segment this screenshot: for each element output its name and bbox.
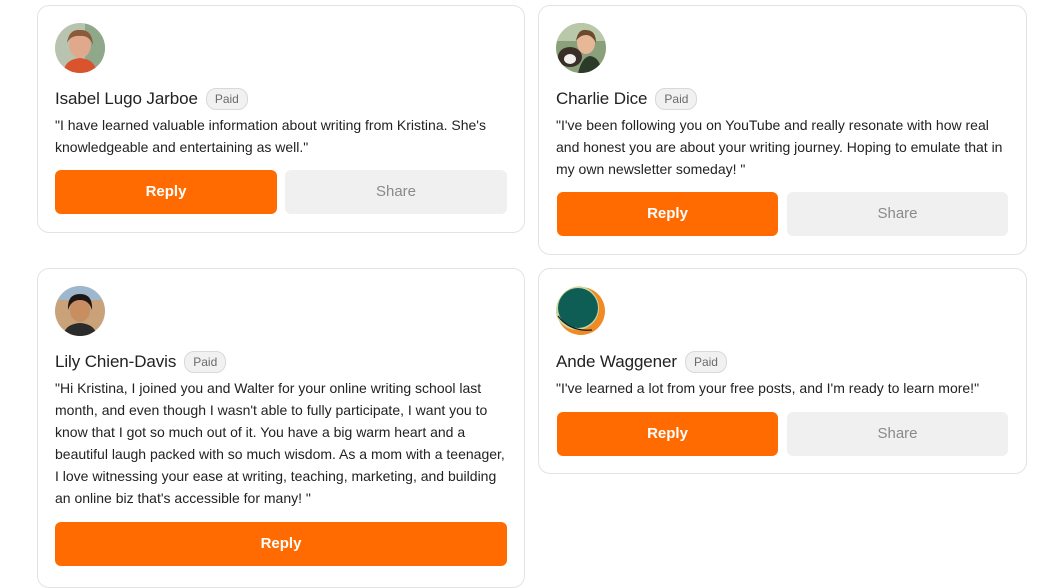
commenter-name: Charlie Dice	[556, 89, 648, 108]
share-button[interactable]: Share	[787, 192, 1008, 236]
avatar	[556, 286, 606, 336]
testimonial-card-charlie: Charlie Dice Paid "I've been following y…	[538, 5, 1027, 255]
testimonial-card-ande: Ande Waggener Paid "I've learned a lot f…	[538, 268, 1027, 474]
share-button[interactable]: Share	[787, 412, 1008, 456]
share-button[interactable]: Share	[285, 170, 507, 214]
commenter-name: Ande Waggener	[556, 352, 677, 371]
testimonial-text: "Hi Kristina, I joined you and Walter fo…	[55, 380, 505, 506]
paid-badge: Paid	[684, 351, 727, 373]
testimonial-text: "I've learned a lot from your free posts…	[556, 380, 980, 396]
avatar	[556, 23, 606, 73]
reply-button[interactable]: Reply	[557, 192, 778, 236]
testimonial-card-lily: Lily Chien-Davis Paid "Hi Kristina, I jo…	[37, 268, 525, 588]
testimonial-text: "I've been following you on YouTube and …	[556, 117, 1003, 177]
commenter-name: Lily Chien-Davis	[55, 352, 177, 371]
paid-badge: Paid	[184, 351, 227, 373]
avatar	[55, 286, 105, 336]
commenter-name: Isabel Lugo Jarboe	[55, 89, 198, 108]
reply-button[interactable]: Reply	[55, 522, 507, 566]
paid-badge: Paid	[205, 88, 248, 110]
testimonial-card-isabel: Isabel Lugo Jarboe Paid "I have learned …	[37, 5, 525, 233]
paid-badge: Paid	[655, 88, 698, 110]
avatar	[55, 23, 105, 73]
testimonial-text: "I have learned valuable information abo…	[55, 117, 486, 155]
reply-button[interactable]: Reply	[55, 170, 277, 214]
reply-button[interactable]: Reply	[557, 412, 778, 456]
